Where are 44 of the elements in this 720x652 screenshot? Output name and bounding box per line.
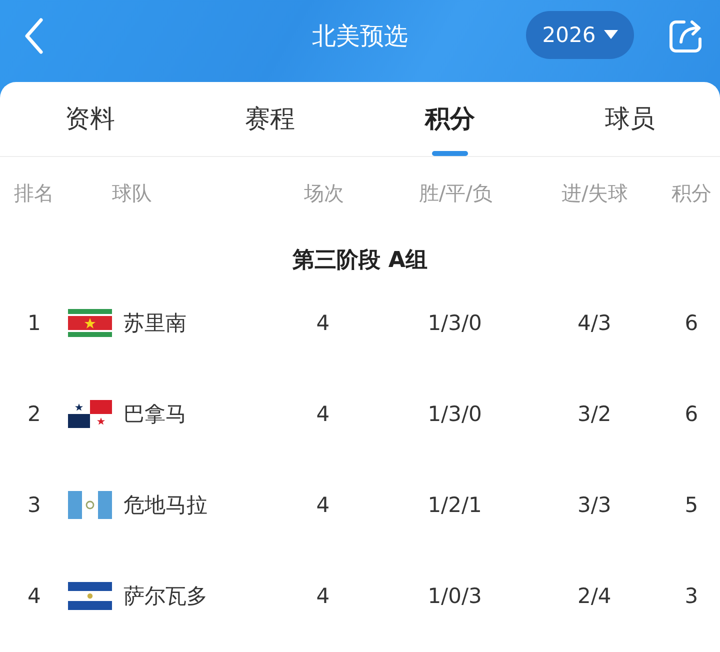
- team-name[interactable]: 巴拿马: [123, 400, 186, 428]
- tab[interactable]: 积分: [360, 82, 540, 156]
- caret-icon: [604, 30, 618, 40]
- team-name[interactable]: 萨尔瓦多: [123, 582, 208, 610]
- column-header: 排名: [13, 180, 56, 206]
- table-cell-text: 1/3/0: [426, 310, 483, 334]
- column-header: 球队: [111, 180, 154, 206]
- table-cell-text: 1/3/0: [426, 402, 483, 426]
- column-header: 进/失球: [560, 180, 630, 206]
- flag-icon: [68, 400, 112, 428]
- table-cell-text: 3: [684, 584, 700, 608]
- table-cell-text: 2/4: [576, 584, 612, 608]
- table-cell-text: 4: [315, 310, 331, 334]
- table-cell-text: 4: [315, 584, 331, 608]
- tab[interactable]: 球员: [540, 82, 720, 156]
- column-header: 积分: [670, 180, 713, 206]
- rank-cell-text: 4: [26, 584, 42, 608]
- table-cell-text: 1/0/3: [426, 584, 483, 608]
- rank-cell-text: 3: [26, 492, 42, 516]
- table-cell-text: 3/2: [576, 402, 612, 426]
- rank-cell-text: 1: [26, 310, 42, 334]
- flag-icon: [68, 490, 112, 518]
- team-name[interactable]: 危地马拉: [123, 490, 208, 518]
- column-header: 胜/平/负: [418, 180, 494, 206]
- season-dropdown[interactable]: 2026: [526, 11, 634, 59]
- team-name[interactable]: 苏里南: [123, 308, 186, 336]
- column-header: 场次: [303, 180, 346, 206]
- tab[interactable]: 资料: [0, 82, 180, 156]
- flag-icon: [68, 582, 112, 610]
- table-cell-text: 3/3: [576, 492, 612, 516]
- back-icon[interactable]: [24, 18, 44, 54]
- table-cell-text: 6: [684, 402, 700, 426]
- table-cell-text: 4/3: [576, 310, 612, 334]
- share-icon[interactable]: [668, 18, 704, 54]
- page-title: 北美预选: [311, 21, 409, 52]
- table-cell-text: 4: [315, 492, 331, 516]
- table-cell-text: 5: [684, 492, 700, 516]
- table-cell-text: 1/2/1: [426, 492, 483, 516]
- group-title: 第三阶段 A组: [292, 247, 428, 275]
- tab[interactable]: 赛程: [180, 82, 360, 156]
- table-cell-text: 6: [684, 310, 700, 334]
- flag-icon: [68, 308, 112, 336]
- table-cell-text: 4: [315, 402, 331, 426]
- rank-cell-text: 2: [26, 402, 42, 426]
